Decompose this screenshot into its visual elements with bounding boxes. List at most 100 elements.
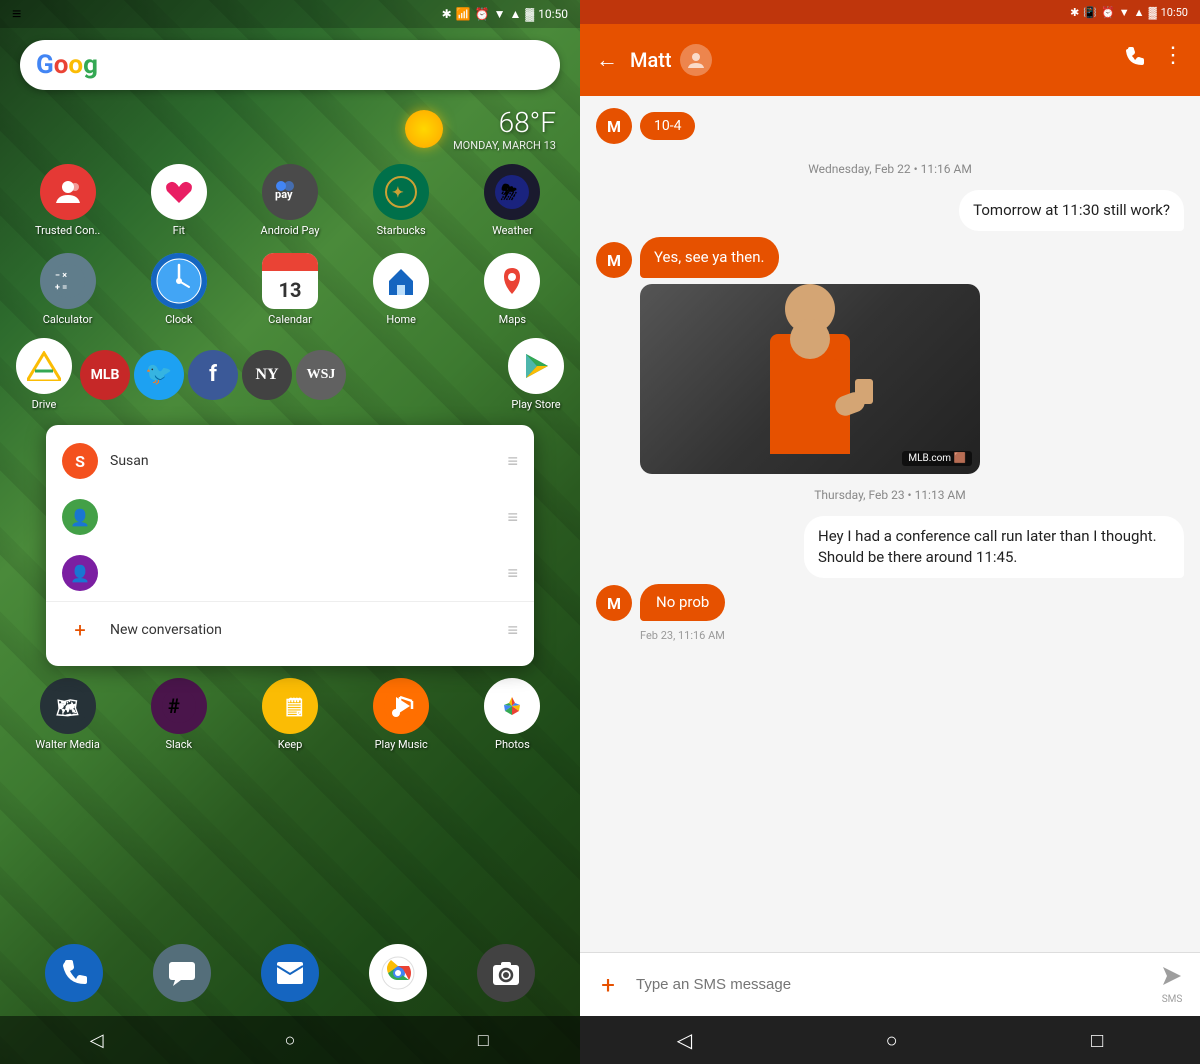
alarm-icon-right: ⏰ [1101,6,1115,19]
app-play-music[interactable]: Play Music [350,678,453,751]
android-pay-label: Android Pay [261,224,320,237]
matt-avatar-1: M [596,108,632,144]
shortcut-contact-3[interactable]: 👤 ≡ [46,545,534,601]
play-music-label: Play Music [375,738,428,751]
twitter-icon[interactable]: 🐦 [134,350,184,400]
contact-3-avatar: 👤 [62,555,98,591]
date-separator-1: Wednesday, Feb 22 • 11:16 AM [596,162,1184,176]
sms-input-bar: + SMS [580,952,1200,1016]
weather-icon: ⛈ [484,164,540,220]
susan-avatar: S [62,443,98,479]
app-slack[interactable]: # Slack [127,678,230,751]
keep-icon: 🗒 [262,678,318,734]
drag-handle-2: ≡ [507,507,518,528]
dock-sms[interactable] [153,944,211,1002]
call-button[interactable] [1122,45,1146,75]
dock-phone[interactable] [45,944,103,1002]
shortcut-popup-container: S Susan ≡ 👤 ≡ 👤 ≡ + New conversation ≡ [46,425,534,666]
shortcut-susan[interactable]: S Susan ≡ [46,433,534,489]
sms-messages: M 10-4 Wednesday, Feb 22 • 11:16 AM Tomo… [580,96,1200,952]
back-button-sms[interactable]: ← [596,47,618,73]
home-button-right[interactable]: ○ [886,1028,898,1053]
news1-icon[interactable]: NY [242,350,292,400]
app-maps[interactable]: Maps [461,253,564,326]
app-fit[interactable]: Fit [127,164,230,237]
svg-text:🗒: 🗒 [283,697,306,718]
sms-text-input[interactable] [636,976,1144,993]
home-button-left[interactable]: ○ [275,1025,305,1055]
app-drive[interactable]: Drive [16,338,72,411]
mlb-badge: MLB.com 🟫 [902,451,972,466]
image-bubble: MLB.com 🟫 [640,284,980,474]
app-android-pay[interactable]: pay Android Pay [238,164,341,237]
shortcut-popup: S Susan ≡ 👤 ≡ 👤 ≡ + New conversation ≡ [16,425,564,666]
bluetooth-icon-right: ✱ [1070,6,1079,19]
back-button-right[interactable]: ◁ [677,1028,692,1052]
dock [0,932,580,1014]
walter-media-icon: 🗺 [40,678,96,734]
facebook-icon[interactable]: f [188,350,238,400]
time-display-right: 10:50 [1161,6,1188,19]
svg-text:− ×: − × [55,271,67,281]
susan-label: Susan [110,453,495,469]
battery-icon-right: ▓ [1149,6,1157,19]
clock-label: Clock [165,313,192,326]
contact-avatar [680,44,712,76]
date-separator-2: Thursday, Feb 23 • 11:13 AM [596,488,1184,502]
send-button[interactable]: SMS [1152,965,1192,1005]
trusted-contacts-icon [40,164,96,220]
calculator-label: Calculator [43,313,93,326]
svg-text:+ =: + = [55,283,67,293]
back-button-left[interactable]: ◁ [82,1025,112,1055]
sms-toolbar: ← Matt ⋮ [580,24,1200,96]
drag-handle-3: ≡ [507,563,518,584]
maps-label: Maps [499,313,526,326]
signal-icon-right: ▲ [1134,6,1145,19]
drag-handle-new: ≡ [507,620,518,641]
dock-camera[interactable] [477,944,535,1002]
app-trusted-contacts[interactable]: Trusted Con.. [16,164,119,237]
recent-button-right[interactable]: □ [1091,1028,1103,1053]
badge-message: 10-4 [640,112,695,140]
play-music-icon [373,678,429,734]
app-starbucks[interactable]: ✦ Starbucks [350,164,453,237]
app-play-store[interactable]: Play Store [508,338,564,411]
more-options-button[interactable]: ⋮ [1162,45,1184,75]
home-label: Home [386,313,416,326]
svg-text:⛈: ⛈ [500,180,517,204]
received-message-2: M No prob [596,584,1184,621]
play-store-label: Play Store [511,398,560,411]
news2-icon[interactable]: WSJ [296,350,346,400]
alarm-icon: ⏰ [475,7,490,21]
received-message-1: M Yes, see ya then. [596,237,1184,278]
shortcut-contact-2[interactable]: 👤 ≡ [46,489,534,545]
temperature: 68°F [453,106,556,139]
matt-avatar-2: M [596,242,632,278]
app-weather[interactable]: ⛈ Weather [461,164,564,237]
calendar-label: Calendar [268,313,312,326]
svg-text:#: # [168,694,180,718]
dock-inbox[interactable] [261,944,319,1002]
slack-label: Slack [166,738,193,751]
recent-button-left[interactable]: □ [468,1025,498,1055]
send-label: SMS [1162,994,1183,1005]
app-clock[interactable]: Clock [127,253,230,326]
google-search-bar[interactable]: Goog [20,40,560,90]
status-bar-left: ≡ ✱ 📶 ⏰ ▼ ▲ ▓ 10:50 [0,0,580,28]
dock-chrome[interactable] [369,944,427,1002]
new-conversation-shortcut[interactable]: + New conversation ≡ [46,601,534,658]
fit-label: Fit [173,224,185,237]
app-calendar[interactable]: 13 Calendar [238,253,341,326]
attach-button[interactable]: + [588,965,628,1005]
app-photos[interactable]: Photos [461,678,564,751]
sent-bubble-1: Tomorrow at 11:30 still work? [959,190,1184,231]
app-walter-media[interactable]: 🗺 Walter Media [16,678,119,751]
svg-text:🗺: 🗺 [56,698,79,719]
app-keep[interactable]: 🗒 Keep [238,678,341,751]
app-calculator[interactable]: − × + = Calculator [16,253,119,326]
received-bubble-2: No prob [640,584,725,621]
app-home[interactable]: Home [350,253,453,326]
sms-title-area: Matt [630,44,1110,76]
mlb-icon[interactable]: MLB [80,350,130,400]
android-pay-icon: pay [262,164,318,220]
